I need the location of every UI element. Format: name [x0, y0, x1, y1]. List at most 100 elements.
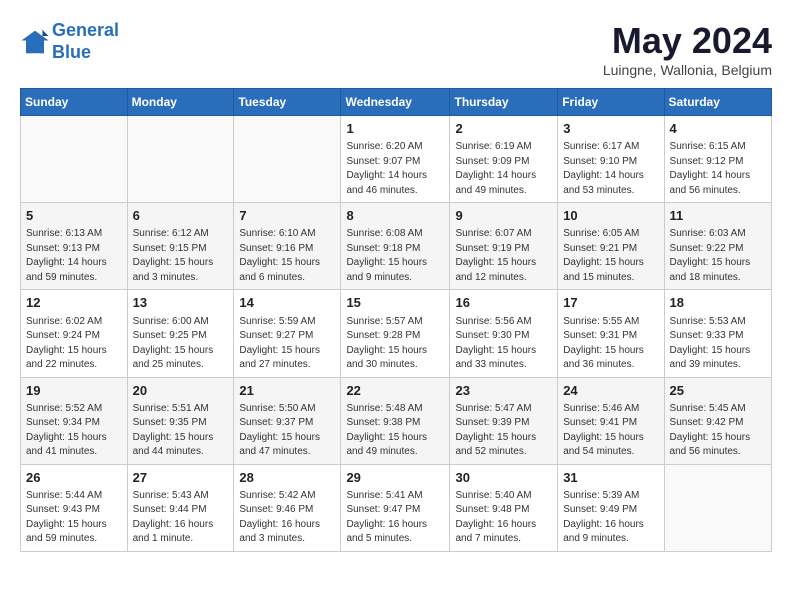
day-number: 31	[563, 469, 658, 487]
day-cell: 12 Sunrise: 6:02 AM Sunset: 9:24 PM Dayli…	[21, 290, 128, 377]
day-number: 21	[239, 382, 335, 400]
weekday-header-monday: Monday	[127, 89, 234, 116]
day-number: 17	[563, 294, 658, 312]
day-cell: 8 Sunrise: 6:08 AM Sunset: 9:18 PM Daylig…	[341, 203, 450, 290]
day-info: Sunrise: 5:40 AM Sunset: 9:48 PM Dayligh…	[455, 489, 552, 547]
day-number: 9	[455, 207, 552, 225]
day-cell: 2Sunrise: 6:19 AM Sunset: 9:09 PM Daylig…	[450, 116, 558, 203]
day-cell	[127, 116, 234, 203]
day-info: Sunrise: 5:53 AM Sunset: 9:33 PM Dayligh…	[670, 315, 766, 373]
day-number: 16	[455, 294, 552, 312]
day-info: Sunrise: 6:17 AM Sunset: 9:10 PM Dayligh…	[563, 140, 658, 198]
day-cell: 16 Sunrise: 5:56 AM Sunset: 9:30 PM Dayli…	[450, 290, 558, 377]
day-cell: 1Sunrise: 6:20 AM Sunset: 9:07 PM Daylig…	[341, 116, 450, 203]
location: Luingne, Wallonia, Belgium	[603, 62, 772, 78]
day-cell: 27Sunrise: 5:43 AM Sunset: 9:44 PM Dayli…	[127, 464, 234, 551]
day-cell: 22 Sunrise: 5:48 AM Sunset: 9:38 PM Dayli…	[341, 377, 450, 464]
day-cell: 18 Sunrise: 5:53 AM Sunset: 9:33 PM Dayli…	[664, 290, 771, 377]
day-info: Sunrise: 5:50 AM Sunset: 9:37 PM Dayligh…	[239, 402, 335, 460]
day-cell: 14 Sunrise: 5:59 AM Sunset: 9:27 PM Dayli…	[234, 290, 341, 377]
day-number: 23	[455, 382, 552, 400]
day-number: 18	[670, 294, 766, 312]
week-row-3: 12 Sunrise: 6:02 AM Sunset: 9:24 PM Dayli…	[21, 290, 772, 377]
day-number: 19	[26, 382, 122, 400]
day-cell: 4 Sunrise: 6:15 AM Sunset: 9:12 PM Daylig…	[664, 116, 771, 203]
day-cell	[234, 116, 341, 203]
weekday-header-saturday: Saturday	[664, 89, 771, 116]
weekday-header-friday: Friday	[558, 89, 664, 116]
week-row-4: 19 Sunrise: 5:52 AM Sunset: 9:34 PM Dayli…	[21, 377, 772, 464]
day-info: Sunrise: 6:05 AM Sunset: 9:21 PM Dayligh…	[563, 227, 658, 285]
day-cell: 13Sunrise: 6:00 AM Sunset: 9:25 PM Dayli…	[127, 290, 234, 377]
day-info: Sunrise: 5:44 AM Sunset: 9:43 PM Dayligh…	[26, 489, 122, 547]
day-number: 22	[346, 382, 444, 400]
day-cell: 17 Sunrise: 5:55 AM Sunset: 9:31 PM Dayli…	[558, 290, 664, 377]
day-number: 7	[239, 207, 335, 225]
day-info: Sunrise: 5:57 AM Sunset: 9:28 PM Dayligh…	[346, 315, 444, 373]
month-title: May 2024	[603, 20, 772, 62]
day-info: Sunrise: 5:46 AM Sunset: 9:41 PM Dayligh…	[563, 402, 658, 460]
weekday-header-wednesday: Wednesday	[341, 89, 450, 116]
day-info: Sunrise: 5:48 AM Sunset: 9:38 PM Dayligh…	[346, 402, 444, 460]
day-cell: 19 Sunrise: 5:52 AM Sunset: 9:34 PM Dayli…	[21, 377, 128, 464]
logo: General Blue	[20, 20, 119, 63]
logo-icon	[20, 27, 50, 57]
day-info: Sunrise: 5:51 AM Sunset: 9:35 PM Dayligh…	[133, 402, 229, 460]
day-cell: 28 Sunrise: 5:42 AM Sunset: 9:46 PM Dayli…	[234, 464, 341, 551]
day-number: 10	[563, 207, 658, 225]
day-info: Sunrise: 5:47 AM Sunset: 9:39 PM Dayligh…	[455, 402, 552, 460]
day-number: 2	[455, 120, 552, 138]
day-number: 1	[346, 120, 444, 138]
day-number: 15	[346, 294, 444, 312]
day-cell: 24 Sunrise: 5:46 AM Sunset: 9:41 PM Dayli…	[558, 377, 664, 464]
weekday-header-tuesday: Tuesday	[234, 89, 341, 116]
day-info: Sunrise: 6:15 AM Sunset: 9:12 PM Dayligh…	[670, 140, 766, 198]
day-cell: 25Sunrise: 5:45 AM Sunset: 9:42 PM Dayli…	[664, 377, 771, 464]
page-header: General Blue May 2024 Luingne, Wallonia,…	[20, 20, 772, 78]
day-number: 14	[239, 294, 335, 312]
week-row-5: 26 Sunrise: 5:44 AM Sunset: 9:43 PM Dayli…	[21, 464, 772, 551]
day-cell	[664, 464, 771, 551]
day-cell: 6Sunrise: 6:12 AM Sunset: 9:15 PM Daylig…	[127, 203, 234, 290]
day-number: 24	[563, 382, 658, 400]
day-info: Sunrise: 5:41 AM Sunset: 9:47 PM Dayligh…	[346, 489, 444, 547]
weekday-header-row: SundayMondayTuesdayWednesdayThursdayFrid…	[21, 89, 772, 116]
day-number: 27	[133, 469, 229, 487]
weekday-header-sunday: Sunday	[21, 89, 128, 116]
day-cell: 5Sunrise: 6:13 AM Sunset: 9:13 PM Daylig…	[21, 203, 128, 290]
logo-line2: Blue	[52, 42, 119, 64]
day-cell: 7 Sunrise: 6:10 AM Sunset: 9:16 PM Daylig…	[234, 203, 341, 290]
day-info: Sunrise: 5:59 AM Sunset: 9:27 PM Dayligh…	[239, 315, 335, 373]
day-cell: 3Sunrise: 6:17 AM Sunset: 9:10 PM Daylig…	[558, 116, 664, 203]
day-info: Sunrise: 5:42 AM Sunset: 9:46 PM Dayligh…	[239, 489, 335, 547]
day-number: 12	[26, 294, 122, 312]
day-number: 11	[670, 207, 766, 225]
day-number: 8	[346, 207, 444, 225]
day-number: 28	[239, 469, 335, 487]
day-info: Sunrise: 6:00 AM Sunset: 9:25 PM Dayligh…	[133, 315, 229, 373]
day-cell: 9 Sunrise: 6:07 AM Sunset: 9:19 PM Daylig…	[450, 203, 558, 290]
day-info: Sunrise: 6:10 AM Sunset: 9:16 PM Dayligh…	[239, 227, 335, 285]
day-info: Sunrise: 6:07 AM Sunset: 9:19 PM Dayligh…	[455, 227, 552, 285]
day-cell: 26 Sunrise: 5:44 AM Sunset: 9:43 PM Dayli…	[21, 464, 128, 551]
logo-text: General Blue	[52, 20, 119, 63]
day-info: Sunrise: 6:03 AM Sunset: 9:22 PM Dayligh…	[670, 227, 766, 285]
day-cell: 29Sunrise: 5:41 AM Sunset: 9:47 PM Dayli…	[341, 464, 450, 551]
day-cell: 10 Sunrise: 6:05 AM Sunset: 9:21 PM Dayli…	[558, 203, 664, 290]
day-info: Sunrise: 6:08 AM Sunset: 9:18 PM Dayligh…	[346, 227, 444, 285]
day-number: 20	[133, 382, 229, 400]
day-info: Sunrise: 6:02 AM Sunset: 9:24 PM Dayligh…	[26, 315, 122, 373]
logo-line1: General	[52, 20, 119, 40]
weekday-header-thursday: Thursday	[450, 89, 558, 116]
day-info: Sunrise: 5:55 AM Sunset: 9:31 PM Dayligh…	[563, 315, 658, 373]
day-number: 4	[670, 120, 766, 138]
day-number: 26	[26, 469, 122, 487]
day-cell	[21, 116, 128, 203]
day-info: Sunrise: 5:45 AM Sunset: 9:42 PM Dayligh…	[670, 402, 766, 460]
day-info: Sunrise: 5:56 AM Sunset: 9:30 PM Dayligh…	[455, 315, 552, 373]
day-cell: 21 Sunrise: 5:50 AM Sunset: 9:37 PM Dayli…	[234, 377, 341, 464]
calendar-table: SundayMondayTuesdayWednesdayThursdayFrid…	[20, 88, 772, 552]
day-cell: 15 Sunrise: 5:57 AM Sunset: 9:28 PM Dayli…	[341, 290, 450, 377]
day-cell: 31Sunrise: 5:39 AM Sunset: 9:49 PM Dayli…	[558, 464, 664, 551]
day-info: Sunrise: 5:52 AM Sunset: 9:34 PM Dayligh…	[26, 402, 122, 460]
